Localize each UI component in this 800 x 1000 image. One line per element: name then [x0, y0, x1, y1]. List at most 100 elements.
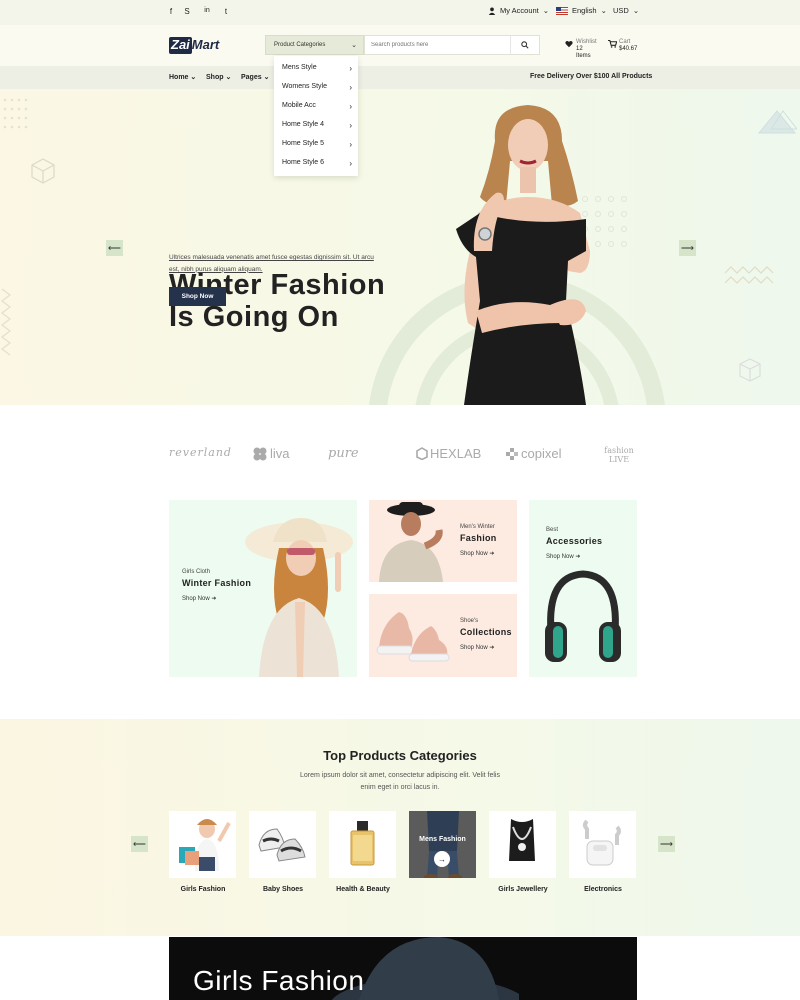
headphones-image [545, 570, 621, 662]
banner-shoes-collections[interactable]: Shoe's Collections Shop Now ➜ [369, 594, 517, 677]
account-label: My Account [500, 6, 539, 15]
category-card-girls-jewellery[interactable] [489, 811, 556, 878]
shop-now-label: Shop Now [460, 645, 488, 651]
currency-select[interactable]: USD ⌄ [613, 6, 639, 15]
category-card-health-beauty[interactable] [329, 811, 396, 878]
hexagon-icon [416, 447, 428, 460]
zigzag-shape [1, 288, 11, 356]
facebook-icon[interactable]: f [166, 7, 176, 16]
triangle-shape [757, 110, 797, 134]
brand-logo-hexlab[interactable]: HEXLAB [416, 446, 481, 461]
zigzag-shape [724, 266, 774, 284]
chevron-right-icon: › [349, 140, 352, 149]
hero-next-button[interactable]: ⟶ [679, 240, 696, 256]
categories-prev-button[interactable]: ⟵ [131, 836, 148, 852]
banner-winter-shop-link[interactable]: Shop Now ➜ [182, 595, 216, 602]
dropdown-item-label: Home Style 6 [282, 159, 325, 166]
hero-subtitle: Ultrices malesuada venenatis amet fusce … [169, 252, 389, 275]
wishlist-label: Wishlist [576, 39, 597, 45]
banner-mens-shop-link[interactable]: Shop Now ➜ [460, 550, 494, 557]
category-label[interactable]: Girls Jewellery [483, 886, 563, 893]
us-flag-icon [556, 6, 568, 15]
nav-label: Pages [241, 74, 262, 81]
banner-winter-fashion[interactable]: Girls Cloth Winter Fashion Shop Now ➜ [169, 500, 357, 677]
category-view-button[interactable]: → [434, 851, 450, 867]
shop-now-label: Shop Now [182, 596, 210, 602]
dropdown-item-label: Mobile Acc [282, 102, 316, 109]
earbuds-image [583, 819, 621, 866]
nav-item-shop[interactable]: Shop ⌄ [206, 73, 231, 81]
banner-winter-small: Girls Cloth [182, 569, 211, 575]
arrow-right-icon: ➜ [489, 551, 495, 557]
dropdown-item-home-style-4[interactable]: Home Style 4 › [282, 121, 352, 130]
banner-mens-small: Men's Winter [460, 524, 495, 530]
search-button[interactable] [510, 36, 538, 54]
chevron-down-icon: ⌄ [632, 6, 640, 15]
hero-prev-button[interactable]: ⟵ [106, 240, 123, 256]
woman-hat-image [245, 518, 353, 677]
search-bar [364, 35, 540, 55]
linkedin-icon[interactable]: in [202, 7, 212, 14]
free-delivery-note: Free Delivery Over $100 All Products [530, 73, 653, 80]
skype-icon[interactable]: S [182, 7, 192, 16]
arrow-right-icon: ➜ [211, 596, 217, 602]
chevron-right-icon: › [349, 159, 352, 168]
category-card-girls-fashion[interactable] [169, 811, 236, 878]
dropdown-item-label: Home Style 4 [282, 121, 325, 128]
nav-item-home[interactable]: Home ⌄ [169, 73, 196, 81]
category-dropdown: Mens Style › Womens Style › Mobile Acc › Ho… [274, 56, 358, 176]
category-card-mens-fashion[interactable]: Mens Fashion → [409, 811, 476, 878]
category-select[interactable]: Product Categories ⌄ [265, 35, 364, 55]
language-select[interactable]: English ⌄ [556, 6, 607, 15]
account-menu[interactable]: My Account ⌄ [488, 6, 549, 15]
category-label[interactable]: Baby Shoes [243, 886, 323, 893]
brand-logo-reverland[interactable]: reverland [169, 446, 232, 459]
arrow-right-icon: ➜ [575, 554, 581, 560]
logo[interactable]: Zai Mart [169, 37, 219, 54]
girls-fashion-banner[interactable]: Girls Fashion [169, 937, 637, 1000]
man-hat-image [379, 502, 443, 582]
hero-model-image [456, 105, 590, 405]
categories-next-button[interactable]: ⟶ [658, 836, 675, 852]
brand-logo-pure[interactable]: pure [328, 446, 359, 461]
dropdown-item-womens-style[interactable]: Womens Style › [282, 83, 352, 92]
main-nav [0, 66, 800, 89]
banner-mens-fashion[interactable]: Men's Winter Fashion Shop Now ➜ [369, 500, 517, 582]
category-label[interactable]: Electronics [563, 886, 643, 893]
nav-item-pages[interactable]: Pages ⌄ [241, 73, 269, 81]
shoes-image [376, 612, 450, 662]
cart-label: Cart [619, 39, 631, 45]
category-card-electronics[interactable] [569, 811, 636, 878]
cube-shape [739, 358, 761, 382]
chevron-right-icon: › [349, 102, 352, 111]
logo-text: Mart [191, 37, 220, 52]
category-label[interactable]: Health & Beauty [323, 886, 403, 893]
hero-subtitle-line: Ultrices malesuada venenatis amet fusce … [169, 254, 374, 261]
dropdown-item-label: Womens Style [282, 83, 327, 90]
category-label[interactable]: Girls Fashion [163, 886, 243, 893]
dropdown-item-mens-style[interactable]: Mens Style › [282, 64, 352, 73]
brand-logo-liva[interactable]: liva [253, 446, 290, 461]
dropdown-item-home-style-5[interactable]: Home Style 5 › [282, 140, 352, 149]
chevron-down-icon: ⌄ [190, 74, 197, 81]
banner-shoes-shop-link[interactable]: Shop Now ➜ [460, 644, 494, 651]
brand-logo-copixel[interactable]: copixel [506, 446, 561, 461]
nav-label: Shop [206, 74, 224, 81]
chevron-down-icon: ⌄ [225, 74, 232, 81]
category-card-baby-shoes[interactable] [249, 811, 316, 878]
banner-accessories[interactable]: Best Accessories Shop Now ➜ [529, 500, 637, 677]
chevron-down-icon: ⌄ [600, 6, 607, 15]
banner-winter-title: Winter Fashion [182, 578, 252, 588]
hero-shop-now-button[interactable]: Shop Now [169, 287, 226, 306]
logo-mark: Zai [169, 37, 192, 54]
banner-accessories-shop-link[interactable]: Shop Now ➜ [546, 553, 580, 560]
dropdown-item-home-style-6[interactable]: Home Style 6 › [282, 159, 352, 168]
twitter-icon[interactable]: t [221, 7, 231, 16]
top-bar [0, 0, 800, 25]
arrow-right-icon: ⟶ [681, 242, 694, 253]
dropdown-item-mobile-acc[interactable]: Mobile Acc › [282, 102, 352, 111]
brand-logo-fashion-live[interactable]: fashion LIVE [602, 446, 636, 464]
banner-shoes-title: Collections [460, 627, 512, 637]
search-input[interactable] [365, 42, 510, 48]
language-label: English [572, 6, 597, 15]
